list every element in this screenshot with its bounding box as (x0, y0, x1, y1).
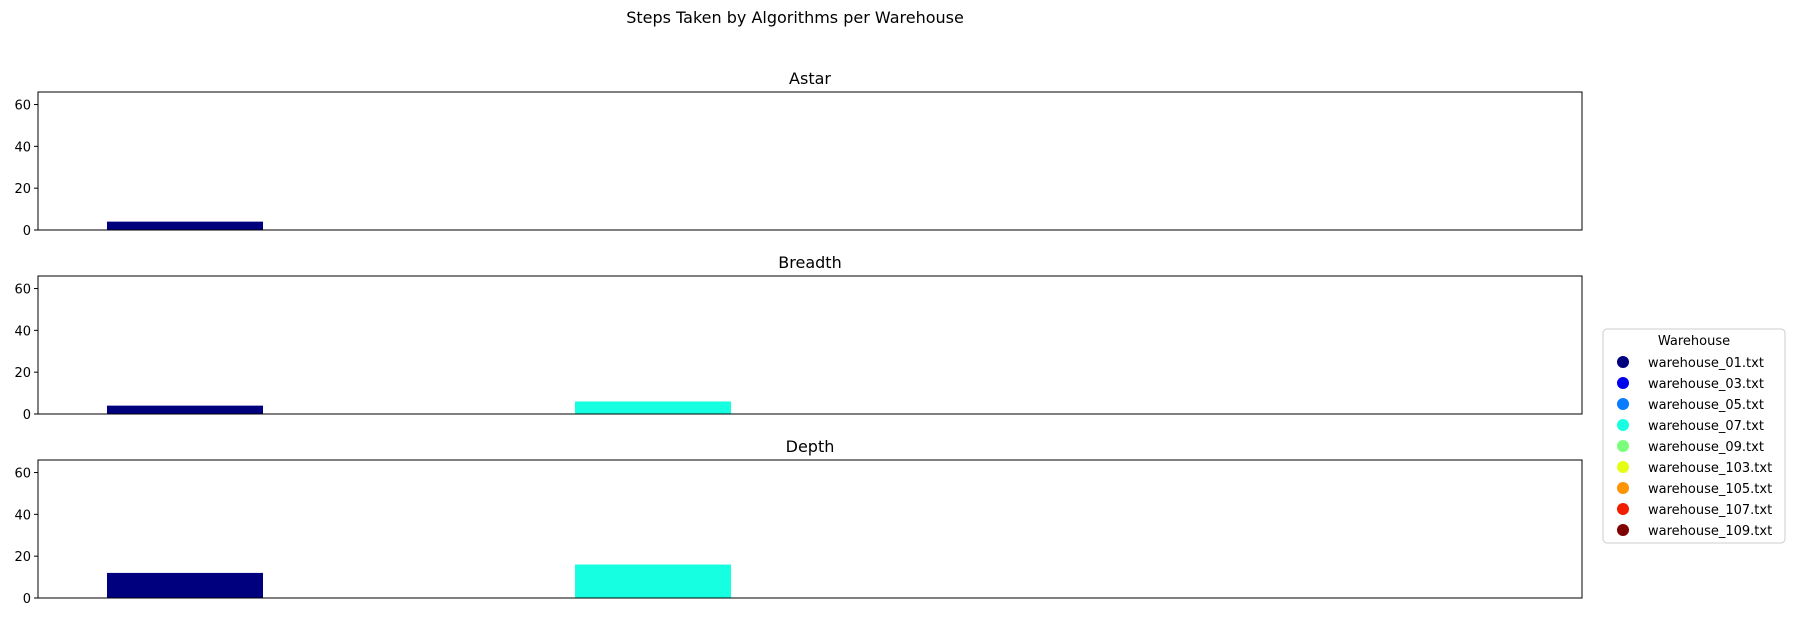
axes-frame (37, 91, 1583, 231)
y-tick-label: 60 (14, 283, 31, 298)
y-tick-label: 60 (14, 99, 31, 114)
legend-marker (1617, 398, 1629, 410)
subplot-title: Astar (789, 69, 831, 88)
legend-label: warehouse_07.txt (1648, 419, 1764, 434)
legend-marker (1617, 356, 1629, 368)
axes-frame (37, 459, 1583, 599)
legend-marker (1617, 440, 1629, 452)
legend-label: warehouse_105.txt (1648, 482, 1772, 497)
bar-warehouse_07 (575, 564, 731, 598)
subplots: Astar 0 20 40 60 Breadth 0 20 40 60 Depth 0 20 40 60 (14, 69, 1583, 607)
axes-frame (37, 275, 1583, 415)
legend-marker (1617, 461, 1629, 473)
y-tick-label: 40 (14, 508, 31, 523)
y-tick-label: 0 (23, 408, 31, 423)
y-tick-label: 20 (14, 550, 31, 565)
legend-label: warehouse_109.txt (1648, 524, 1772, 539)
bar-warehouse_01 (107, 221, 263, 230)
legend-label: warehouse_03.txt (1648, 377, 1764, 392)
y-tick-label: 40 (14, 140, 31, 155)
y-tick-label: 20 (14, 182, 31, 197)
legend-label: warehouse_107.txt (1648, 503, 1772, 518)
legend-title: Warehouse (1658, 334, 1730, 349)
bar-warehouse_07 (575, 401, 731, 414)
y-tick-label: 60 (14, 467, 31, 482)
figure-title: Steps Taken by Algorithms per Warehouse (626, 8, 964, 27)
legend-marker (1617, 377, 1629, 389)
y-tick-label: 0 (23, 592, 31, 607)
legend: Warehouse warehouse_01.txt warehouse_03.t… (1602, 328, 1786, 544)
figure-canvas: Steps Taken by Algorithms per Warehouse … (14, 8, 1786, 607)
legend-marker (1617, 524, 1629, 536)
bar-warehouse_01 (107, 405, 263, 414)
subplot-title: Breadth (778, 253, 841, 272)
legend-marker (1617, 419, 1629, 431)
legend-label: warehouse_01.txt (1648, 356, 1764, 371)
legend-label: warehouse_05.txt (1648, 398, 1764, 413)
legend-marker (1617, 503, 1629, 515)
legend-marker (1617, 482, 1629, 494)
y-tick-label: 20 (14, 366, 31, 381)
subplot-breadth: Breadth 0 20 40 60 (14, 253, 1583, 423)
subplot-title: Depth (786, 437, 835, 456)
bar-warehouse_01 (107, 572, 263, 598)
y-tick-label: 0 (23, 224, 31, 239)
legend-label: warehouse_09.txt (1648, 440, 1764, 455)
legend-label: warehouse_103.txt (1648, 461, 1772, 476)
subplot-astar: Astar 0 20 40 60 (14, 69, 1583, 239)
subplot-depth: Depth 0 20 40 60 (14, 437, 1583, 607)
y-tick-label: 40 (14, 324, 31, 339)
